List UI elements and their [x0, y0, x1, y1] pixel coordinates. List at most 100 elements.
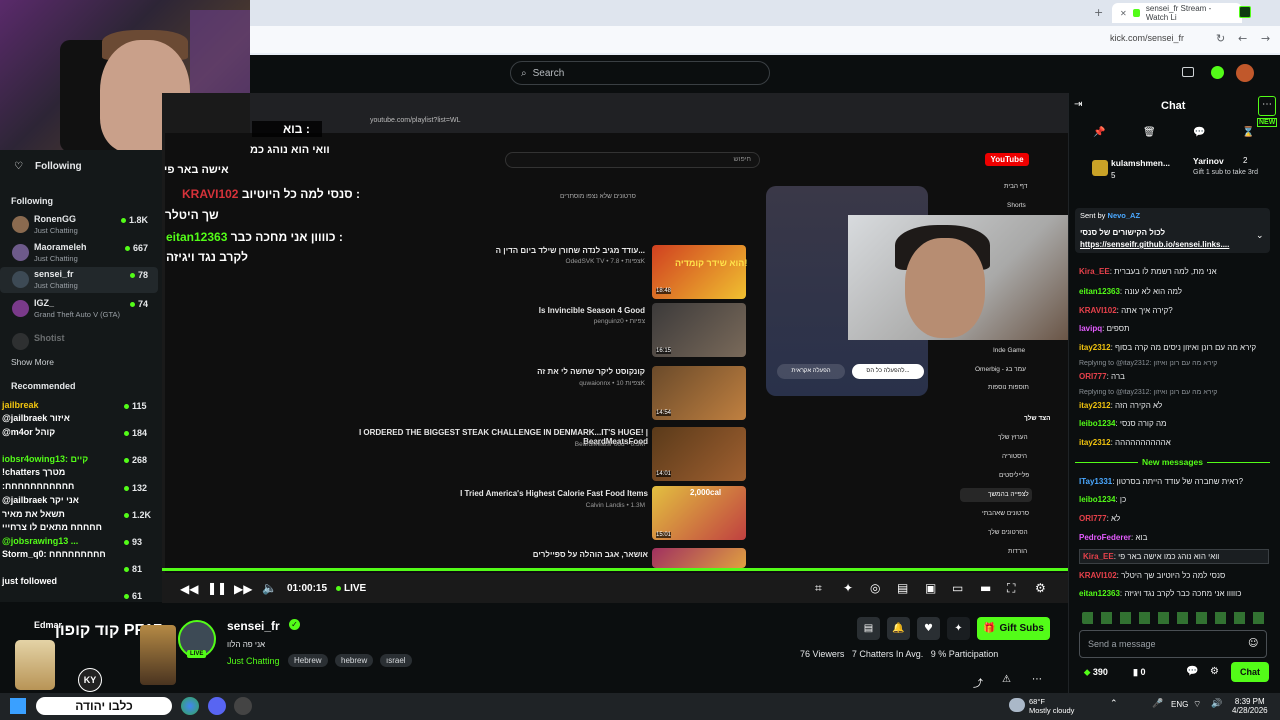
live-dot-icon — [129, 273, 135, 278]
taskbar-search-banner[interactable]: כלבו יהודה — [36, 697, 172, 715]
emoji-icon[interactable]: ☺ — [1248, 638, 1258, 649]
ticket-count[interactable]: ▮ 0 — [1133, 667, 1145, 678]
chat-message: KRAVI102: קירה איך אתה? — [1079, 306, 1173, 315]
send-chat-button[interactable]: Chat — [1231, 662, 1269, 682]
mic-icon[interactable]: 🎤 — [1152, 699, 1163, 709]
sparkle-icon[interactable]: ✦ — [843, 581, 853, 595]
avatar — [12, 300, 29, 317]
pinned-link[interactable]: https://senseifr.github.io/sensei.links.… — [1080, 240, 1229, 249]
weather-widget[interactable]: 68°F Mostly cloudy — [1029, 697, 1074, 715]
sidebar-item-shotist[interactable]: Shotist — [0, 329, 158, 355]
show-more-link[interactable]: Show More — [11, 357, 54, 367]
top-gifter-name[interactable]: kulamshmen... — [1111, 158, 1170, 168]
chat-menu-icon[interactable]: ⋯ — [1258, 96, 1276, 116]
settings-quality-icon[interactable]: ◎ — [870, 581, 880, 595]
channel-category: Just Chatting — [34, 281, 78, 290]
clip-icon[interactable]: ⌗ — [815, 581, 822, 596]
gift-subs-button[interactable]: 🎁 Gift Subs — [977, 617, 1050, 640]
overlay-line: @jailbraek איזור — [2, 413, 70, 423]
chevron-down-icon[interactable]: ⌄ — [1256, 231, 1264, 241]
emote-bar[interactable] — [1082, 612, 1268, 624]
stats-icon[interactable]: ▤ — [897, 581, 908, 595]
wifi-icon[interactable]: ⌔ — [1193, 699, 1201, 710]
sidebar-item-ronengg[interactable]: RonenGG Just Chatting 1.8K — [0, 212, 158, 238]
tag-hebrew-lower[interactable]: hebrew — [335, 654, 374, 667]
back-icon[interactable]: ← — [1238, 32, 1247, 45]
chat-input[interactable]: Send a message — [1079, 630, 1267, 658]
poll-icon[interactable]: ▤ — [857, 617, 880, 640]
bell-icon[interactable]: 🔔 — [887, 617, 910, 640]
language-indicator[interactable]: ENG — [1171, 700, 1188, 709]
avatar — [12, 271, 29, 288]
gear-icon[interactable]: ⚙ — [1035, 581, 1046, 595]
fullscreen-icon[interactable]: ⛶ — [1007, 581, 1015, 596]
windows-start-icon[interactable] — [10, 698, 26, 714]
search-input[interactable]: ⌕ Search — [510, 61, 770, 85]
seek-back-icon[interactable]: ◀◀ — [180, 582, 198, 596]
tag-israel[interactable]: ısrael — [380, 654, 412, 667]
report-icon[interactable]: ⚠ — [1002, 674, 1011, 685]
kick-extension-icon[interactable] — [1239, 6, 1251, 18]
points-display[interactable]: ⬥ 390 — [1084, 667, 1108, 678]
new-tab-icon[interactable]: + — [1094, 6, 1103, 19]
share-icon[interactable]: ⤴ — [973, 675, 983, 690]
overlay-line: שך היטלר — [165, 208, 219, 222]
hourglass-icon[interactable]: ⌛ — [1242, 127, 1254, 138]
more-icon[interactable]: ⋯ — [1032, 674, 1042, 685]
speech-icon[interactable]: 💬 — [1193, 127, 1205, 138]
sparkle-button-icon[interactable]: ✦ — [947, 617, 970, 640]
sidebar-item-maorameleh[interactable]: Maorameleh Just Chatting 667 — [0, 240, 158, 266]
chat-settings-icon[interactable]: ⚙ — [1210, 666, 1219, 677]
forward-icon[interactable]: → — [1261, 32, 1270, 45]
tab-title: sensei_fr Stream - Watch Li — [1145, 4, 1212, 22]
volume-icon[interactable]: 🔈 — [262, 581, 277, 595]
theater-mode-icon[interactable]: ▬ — [980, 581, 991, 595]
discord-icon[interactable] — [208, 697, 226, 715]
chat-bubble-icon[interactable]: 💬 — [1186, 666, 1198, 677]
shuffle-button: הפעלה אקראית — [777, 364, 845, 379]
heart-follow-button[interactable]: ♥ — [917, 617, 940, 640]
following-header[interactable]: Following — [35, 161, 82, 172]
captured-browser-chrome — [250, 93, 1068, 133]
yt-you-link: הערוץ שלך — [998, 434, 1028, 441]
progress-bar[interactable] — [162, 568, 1068, 571]
kick-points-icon[interactable] — [1211, 66, 1224, 79]
theater-icon[interactable] — [1182, 67, 1194, 77]
url-text[interactable]: kick.com/sensei_fr — [1110, 33, 1184, 43]
sidebar-item-sensei-fr[interactable]: sensei_fr Just Chatting 78 — [0, 267, 158, 293]
collapse-chat-icon[interactable]: ⇥ — [1074, 99, 1082, 110]
obs-icon[interactable] — [234, 697, 252, 715]
trash-icon[interactable]: 🗑 — [1143, 127, 1156, 138]
overlay-line: iobsr4owing13: קיים — [2, 454, 89, 464]
pin-icon[interactable]: 📌 — [1093, 127, 1105, 138]
channel-name: sensei_fr — [34, 269, 74, 279]
youtube-logo[interactable]: YouTube — [985, 153, 1029, 166]
taskbar-clock[interactable]: 8:39 PM 4/28/2026 — [1232, 697, 1268, 715]
live-dot-icon — [124, 246, 130, 251]
tray-chevron-icon[interactable]: ⌃ — [1110, 699, 1118, 709]
gift-user[interactable]: Yarinov — [1193, 156, 1224, 166]
seek-forward-icon[interactable]: ▶▶ — [234, 582, 252, 596]
pause-icon[interactable]: ❚❚ — [207, 581, 227, 595]
channel-name: Shotist — [34, 333, 65, 343]
chrome-icon[interactable] — [181, 697, 199, 715]
mini-player-icon[interactable]: ▭ — [952, 581, 963, 595]
new-messages-divider: New messages — [1075, 455, 1271, 469]
chat-message: eitan12363: למה הוא לא עונה — [1079, 287, 1183, 296]
close-tab-icon[interactable]: ✕ — [1120, 9, 1127, 18]
tab-sensei-stream[interactable]: ✕ sensei_fr Stream - Watch Li — [1112, 3, 1242, 23]
yt-you-item: תוספות נוספות — [988, 384, 1029, 391]
stream-category[interactable]: Just Chatting — [227, 656, 280, 666]
user-avatar[interactable] — [1236, 64, 1254, 82]
inner-url: youtube.com/playlist?list=WL — [370, 117, 461, 124]
yt-you-link: סרטונים שאהבתי — [982, 510, 1029, 517]
streamer-name[interactable]: sensei_fr — [227, 619, 280, 633]
reload-icon[interactable]: ↻ — [1216, 32, 1225, 45]
sidebar-item-igz[interactable]: IGZ_ Grand Theft Auto V (GTA) 74 — [0, 296, 158, 322]
pip-icon[interactable]: ▣ — [925, 581, 936, 595]
speaker-icon[interactable]: 🔊 — [1211, 699, 1222, 709]
video-meta: quwaionnx • צפיות 10K — [579, 380, 645, 387]
tag-hebrew[interactable]: Hebrew — [288, 654, 328, 667]
play-all-button: להפעלה כל הס... — [852, 364, 924, 379]
chatters-count: 7 Chatters In Avg. — [851, 649, 924, 659]
